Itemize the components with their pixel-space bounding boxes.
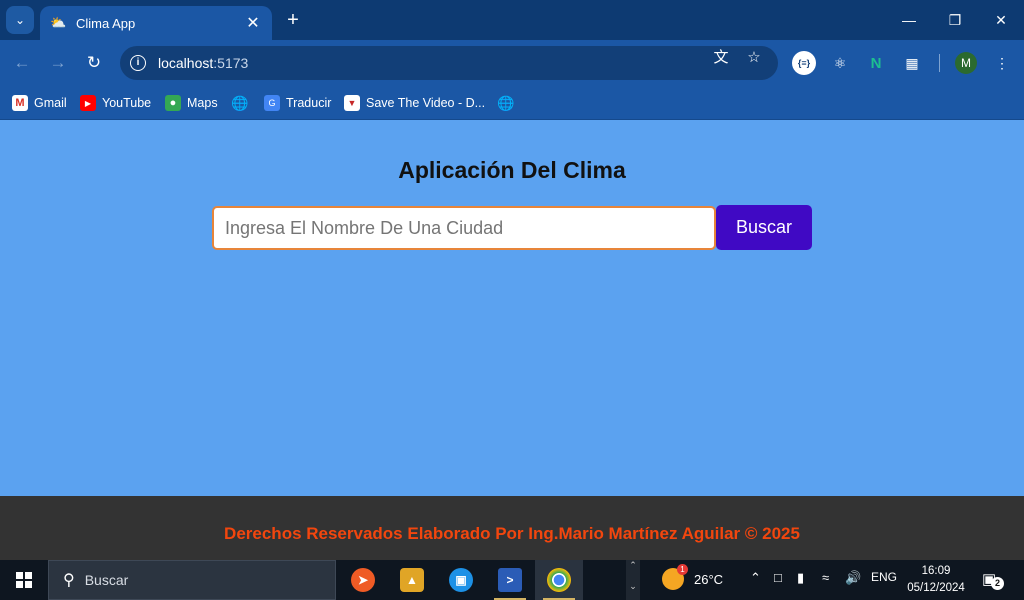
taskbar-clock[interactable]: 16:09 05/12/2024 (900, 563, 972, 597)
notification-center-icon[interactable]: ▣ 2 (982, 570, 1004, 590)
notification-count: 2 (991, 577, 1004, 590)
taskbar-app-chrome[interactable] (535, 560, 583, 600)
windows-logo-icon (16, 572, 32, 588)
tab-title: Clima App (76, 15, 136, 31)
taskbar-app-dbeaver[interactable]: ▲ (388, 560, 436, 600)
weather-widget[interactable]: 1 26°C (662, 564, 724, 590)
bookmark-traducir[interactable]: G Traducir (264, 93, 331, 113)
bookmark-globe-2[interactable]: 🌐 (497, 93, 520, 113)
forward-button[interactable]: → (45, 50, 71, 76)
footer-copyright: Derechos Reservados Elaborado Por Ing.Ma… (224, 524, 800, 543)
maps-pin-icon: ● (165, 95, 181, 111)
wifi-icon[interactable]: ≈ (822, 570, 829, 585)
save-video-icon: ▼ (344, 95, 360, 111)
weather-sun-icon: 1 (662, 564, 688, 590)
start-button[interactable] (0, 560, 48, 600)
windows-taskbar: ⚲ Buscar ➤ ▲ ▣ > ⌃ ⌄ 1 26°C ⌃ □ ▮ ≈ 🔊 ENG… (0, 560, 1024, 600)
battery-icon[interactable]: ▮ (797, 570, 804, 586)
translate-icon: G (264, 95, 280, 111)
bookmark-save-the-video[interactable]: ▼ Save The Video - D... (344, 93, 485, 113)
page-footer: Derechos Reservados Elaborado Por Ing.Ma… (0, 496, 1024, 560)
n-extension-icon[interactable]: N (864, 51, 888, 75)
tab-clima-app[interactable]: ⛅ Clima App ✕ (40, 6, 272, 40)
toolbar-divider (939, 54, 940, 72)
meet-now-icon[interactable]: □ (774, 570, 782, 585)
minimize-button[interactable]: — (886, 0, 932, 40)
youtube-icon: ▶ (80, 95, 96, 111)
search-icon: ⚲ (63, 572, 75, 589)
bookmark-youtube[interactable]: ▶ YouTube (80, 93, 151, 113)
address-bar[interactable]: i localhost:5173 (120, 46, 778, 80)
translate-icon[interactable]: 文 (711, 48, 731, 68)
elephant-icon: ▲ (400, 568, 424, 592)
city-search-input[interactable] (212, 206, 716, 250)
postman-icon: ➤ (351, 568, 375, 592)
site-info-icon[interactable]: i (130, 55, 146, 71)
page-content: Aplicación Del Clima Buscar (0, 121, 1024, 496)
new-tab-button[interactable]: + (282, 8, 304, 32)
restore-button[interactable]: ❐ (932, 0, 978, 40)
globe-icon: 🌐 (497, 94, 515, 111)
weather-temp: 26°C (694, 571, 724, 587)
bookmark-label: YouTube (102, 96, 152, 110)
taskbar-search-box[interactable]: ⚲ Buscar (48, 560, 336, 600)
react-devtools-icon[interactable]: ⚛ (828, 51, 852, 75)
powershell-icon: > (498, 568, 522, 592)
volume-icon[interactable]: 🔊 (845, 570, 861, 586)
reload-button[interactable]: ↻ (81, 50, 107, 76)
profile-avatar[interactable]: M (955, 52, 977, 74)
extensions-puzzle-icon[interactable]: ▦ (900, 51, 924, 75)
docker-icon: ▣ (449, 568, 473, 592)
chrome-icon (547, 568, 571, 592)
json-extension-icon[interactable]: {≡} (792, 51, 816, 75)
weather-badge: 1 (677, 564, 688, 575)
bookmark-star-icon[interactable]: ☆ (744, 48, 764, 68)
taskbar-search-label: Buscar (84, 572, 129, 588)
bookmarks-bar: M Gmail ▶ YouTube ● Maps 🌐 G Traducir ▼ … (0, 86, 1024, 120)
bookmark-gmail[interactable]: M Gmail (12, 93, 67, 113)
bookmark-globe-1[interactable]: 🌐 (231, 93, 254, 113)
more-menu-icon[interactable]: ⋮ (990, 51, 1014, 75)
taskbar-app-powershell[interactable]: > (486, 560, 534, 600)
bookmark-label: Save The Video - D... (366, 96, 486, 110)
close-tab-icon[interactable]: ✕ (244, 13, 262, 33)
taskbar-scroll[interactable]: ⌃ ⌄ (626, 560, 640, 600)
bookmark-label: Maps (187, 96, 218, 110)
weather-favicon-icon: ⛅ (50, 15, 67, 30)
bookmark-label: Gmail (34, 96, 67, 110)
taskbar-app-postman[interactable]: ➤ (339, 560, 387, 600)
tab-search-button[interactable]: ⌄ (6, 6, 34, 34)
globe-icon: 🌐 (231, 94, 249, 111)
search-button[interactable]: Buscar (716, 205, 812, 250)
tab-strip: ⌄ ⛅ Clima App ✕ + — ❐ ✕ (0, 0, 1024, 40)
gmail-icon: M (12, 95, 28, 111)
chevron-up-icon[interactable]: ⌃ (750, 570, 761, 586)
url-port: :5173 (213, 55, 249, 71)
back-button[interactable]: ← (9, 50, 35, 76)
bookmark-label: Traducir (286, 96, 332, 110)
chevron-down-icon: ⌄ (14, 13, 26, 27)
close-window-button[interactable]: ✕ (978, 0, 1024, 40)
page-title: Aplicación Del Clima (398, 157, 626, 183)
bookmark-maps[interactable]: ● Maps (165, 93, 218, 113)
clock-date: 05/12/2024 (907, 582, 965, 594)
url-host: localhost (158, 55, 214, 71)
language-indicator[interactable]: ENG (871, 570, 897, 584)
taskbar-app-docker[interactable]: ▣ (437, 560, 485, 600)
clock-time: 16:09 (921, 565, 951, 577)
